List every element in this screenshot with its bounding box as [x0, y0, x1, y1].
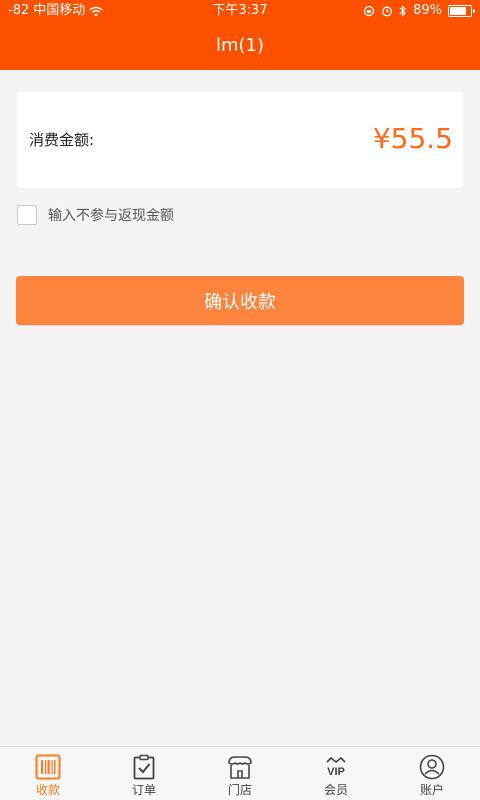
amount-card: 消费金额: ¥55.5	[17, 92, 463, 188]
tab-label: 会员	[323, 783, 348, 797]
amount-label: 消费金额:	[29, 131, 95, 149]
amount-value: ¥55.5	[372, 122, 453, 155]
bluetooth-icon	[399, 5, 407, 17]
user-icon	[418, 753, 446, 781]
tab-account[interactable]: 账户	[384, 747, 480, 800]
store-icon	[226, 753, 254, 781]
tab-label: 收款	[35, 783, 60, 797]
tab-orders[interactable]: 订单	[96, 747, 192, 800]
tab-store[interactable]: 门店	[192, 747, 288, 800]
clipboard-check-icon	[130, 753, 158, 781]
tab-bar: 收款 订单 门店 VIP 会员 账户	[0, 746, 480, 800]
header: -82 中国移动 下午3:37 89% lm(1)	[0, 0, 480, 70]
status-bar: -82 中国移动 下午3:37 89%	[0, 0, 480, 22]
status-right: 89%	[363, 0, 475, 22]
tab-label: 账户	[419, 783, 444, 797]
tab-members[interactable]: VIP 会员	[288, 747, 384, 800]
exclude-cashback-row[interactable]: 输入不参与返现金额	[17, 205, 174, 225]
vip-text: VIP	[327, 766, 345, 778]
page-title: lm(1)	[215, 35, 265, 56]
exclude-cashback-label[interactable]: 输入不参与返现金额	[48, 205, 174, 225]
tab-collect[interactable]: 收款	[0, 747, 96, 800]
vip-crown-icon: VIP	[322, 753, 350, 781]
battery-fill	[450, 7, 467, 15]
tab-label: 订单	[131, 783, 156, 797]
tab-label: 门店	[227, 783, 252, 797]
battery-icon	[448, 5, 475, 17]
rotation-lock-icon	[363, 5, 375, 17]
alarm-icon	[381, 5, 393, 17]
exclude-cashback-checkbox[interactable]	[17, 205, 37, 225]
confirm-payment-button[interactable]: 确认收款	[16, 276, 464, 325]
barcode-icon	[34, 753, 62, 781]
battery-percent: 89%	[413, 3, 442, 18]
battery-tip	[473, 9, 475, 13]
